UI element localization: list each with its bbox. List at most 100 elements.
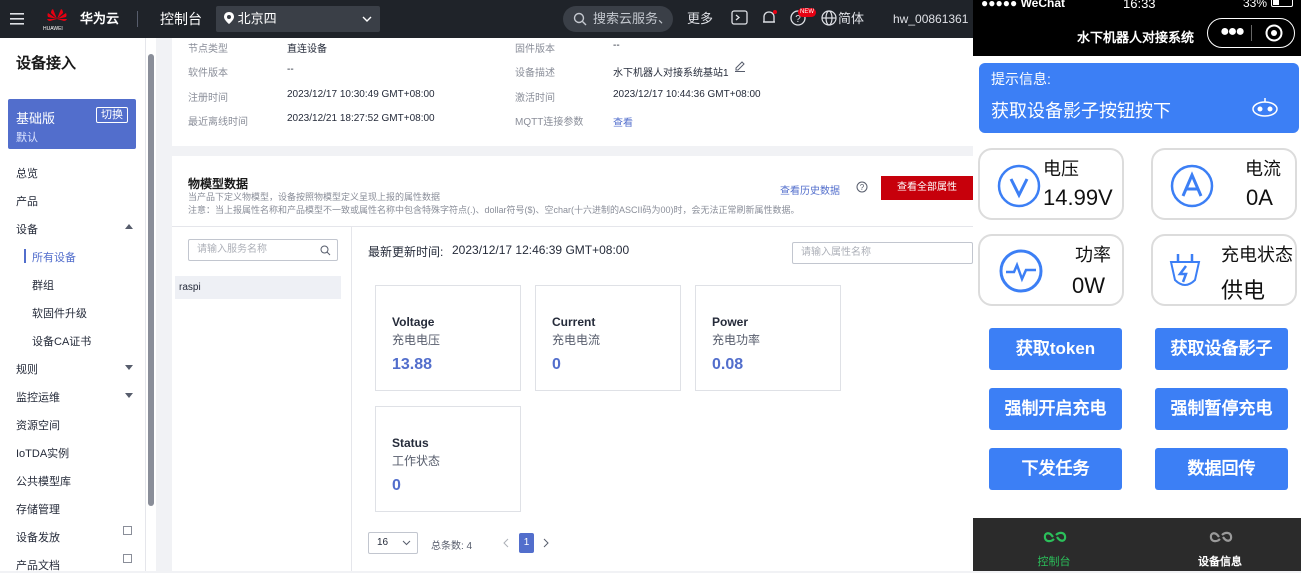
mqtt-label: MQTT连接参数 <box>515 117 584 128</box>
bell-icon[interactable] <box>760 9 780 29</box>
service-panel-divider <box>351 227 352 571</box>
activate-time-label: 激活时间 <box>515 93 555 104</box>
tip-title: 提示信息: <box>991 71 1051 87</box>
sidebar-item-provisioning[interactable]: 设备发放 <box>16 529 60 545</box>
capsule-menu[interactable]: ●●● <box>1207 18 1295 48</box>
metric-card-power: Power 充电功率 0.08 <box>695 285 841 391</box>
get-device-shadow-button[interactable]: 获取设备影子 <box>1155 328 1288 370</box>
terminal-icon[interactable] <box>731 9 751 29</box>
search-icon <box>573 12 587 26</box>
user-account[interactable]: hw_00861361 <box>893 0 973 38</box>
current-icon <box>1170 164 1214 208</box>
sidebar-item-overview[interactable]: 总览 <box>16 165 38 181</box>
force-pause-charge-button[interactable]: 强制暂停充电 <box>1155 388 1288 430</box>
edit-icon[interactable] <box>734 60 746 72</box>
offline-time-label: 最近离线时间 <box>188 117 248 128</box>
get-token-button[interactable]: 获取token <box>989 328 1122 370</box>
active-indicator <box>24 249 26 263</box>
globe-icon[interactable] <box>820 9 840 29</box>
bottom-tab-bar: 控制台 设备信息 <box>973 518 1301 571</box>
software-label: 软件版本 <box>188 68 228 79</box>
view-all-properties-button[interactable]: 查看全部属性 <box>881 176 973 200</box>
more-menu[interactable]: 更多 <box>687 0 713 38</box>
phone-status-bar: ●●●●● WeChat 16:33 33% 水下机器人对接系统 ●●● <box>973 0 1301 56</box>
sidebar-item-products[interactable]: 产品 <box>16 193 38 209</box>
device-desc-value: 水下机器人对接系统基站1 <box>613 68 729 79</box>
mqtt-view-link[interactable]: 查看 <box>613 114 633 129</box>
sidebar-item-ca-certs[interactable]: 设备CA证书 <box>32 333 91 349</box>
tip-message-box: 提示信息: 获取设备影子按钮按下 <box>979 63 1299 133</box>
close-target-icon[interactable] <box>1265 24 1283 42</box>
language-switch[interactable]: 简体 <box>838 0 864 38</box>
service-search-input[interactable]: 请输入服务名称 <box>188 239 338 261</box>
device-info-card: 节点类型 直连设备 固件版本 -- 软件版本 -- 设备描述 水下机器人对接系统… <box>172 38 973 146</box>
page-size-select[interactable]: 16 <box>368 532 418 554</box>
property-search-input[interactable]: 请输入属性名称 <box>792 242 973 264</box>
history-data-link[interactable]: 查看历史数据 <box>780 182 840 197</box>
sidebar-title: 设备接入 <box>16 55 77 72</box>
sidebar-item-public-models[interactable]: 公共模型库 <box>16 473 71 489</box>
sidebar-item-ota[interactable]: 软固件升级 <box>32 305 87 321</box>
sidebar-scroll-thumb[interactable] <box>148 54 154 506</box>
node-type-label: 节点类型 <box>188 44 228 55</box>
voltage-icon <box>997 164 1041 208</box>
service-list-item[interactable]: raspi <box>175 276 341 299</box>
switch-edition-button[interactable]: 切换 <box>96 107 128 123</box>
metric-card-status: Status 工作状态 0 <box>375 406 521 512</box>
battery-level: 33% <box>1243 0 1268 10</box>
tab-device-info[interactable]: 设备信息 <box>1185 518 1255 571</box>
last-updated-label: 最新更新时间: <box>368 245 444 259</box>
next-page-icon[interactable] <box>542 538 550 548</box>
search-input[interactable]: 搜索云服务、 <box>563 6 673 32</box>
sidebar-item-devices[interactable]: 设备 <box>16 221 38 237</box>
metric-card-current: Current 充电电流 0 <box>535 285 681 391</box>
firmware-label: 固件版本 <box>515 44 555 55</box>
device-desc-label: 设备描述 <box>515 68 555 79</box>
brand-name[interactable]: 华为云 <box>80 0 119 38</box>
node-type-value: 直连设备 <box>287 44 327 55</box>
edition-card[interactable]: 基础版 默认 切换 <box>8 99 136 149</box>
console-link[interactable]: 控制台 <box>160 0 202 38</box>
robot-icon <box>1252 98 1278 117</box>
chevron-down-icon <box>402 540 411 546</box>
caret-up-icon[interactable] <box>125 224 133 229</box>
sidebar-item-storage[interactable]: 存储管理 <box>16 501 60 517</box>
external-link-icon[interactable] <box>123 554 132 563</box>
region-selector[interactable]: 北京四 <box>216 6 380 32</box>
more-dots-icon[interactable]: ●●● <box>1220 23 1245 41</box>
sidebar-item-rules[interactable]: 规则 <box>16 361 38 377</box>
sidebar: 设备接入 基础版 默认 切换 总览 产品 设备 所有设备 群组 软固件升级 设备… <box>0 38 146 572</box>
tab-console[interactable]: 控制台 <box>1019 518 1089 571</box>
force-start-charge-button[interactable]: 强制开启充电 <box>989 388 1122 430</box>
menu-icon[interactable] <box>10 12 26 26</box>
last-updated-value: 2023/12/17 12:46:39 GMT+08:00 <box>452 243 630 257</box>
carrier: ●●●●● WeChat <box>981 0 1066 10</box>
caret-down-icon[interactable] <box>125 365 133 370</box>
current-page[interactable]: 1 <box>519 533 534 553</box>
section-description: 当产品下定义物模型，设备按照物模型定义呈现上报的属性数据 <box>188 192 441 202</box>
send-task-button[interactable]: 下发任务 <box>989 448 1122 490</box>
external-link-icon[interactable] <box>123 526 132 535</box>
current-tile: 电流 0A <box>1151 148 1297 220</box>
section-note: 注意：当上报属性名称和产品模型不一致或属性名称中包含特殊字符点(.)、dolla… <box>188 205 800 215</box>
location-icon <box>224 12 234 24</box>
sidebar-item-iotda-instances[interactable]: IoTDA实例 <box>16 445 69 461</box>
prev-page-icon[interactable] <box>502 538 510 548</box>
activate-time-value: 2023/12/17 10:44:36 GMT+08:00 <box>613 89 761 100</box>
chevron-down-icon <box>362 16 372 22</box>
clock: 16:33 <box>1123 0 1156 11</box>
sidebar-item-all-devices[interactable]: 所有设备 <box>32 249 76 265</box>
data-return-button[interactable]: 数据回传 <box>1155 448 1288 490</box>
help-circle-icon[interactable]: ? <box>856 181 868 193</box>
sidebar-item-resource-space[interactable]: 资源空间 <box>16 417 60 433</box>
new-badge: NEW <box>798 8 816 17</box>
total-count: 总条数: 4 <box>431 541 473 552</box>
battery-icon <box>1271 0 1293 7</box>
link-icon <box>1209 531 1233 543</box>
voltage-tile: 电压 14.99V <box>978 148 1124 220</box>
huawei-logo[interactable]: HUAWEI <box>43 6 70 32</box>
caret-down-icon[interactable] <box>125 393 133 398</box>
svg-text:?: ? <box>860 183 865 192</box>
sidebar-item-monitoring[interactable]: 监控运维 <box>16 389 60 405</box>
sidebar-item-groups[interactable]: 群组 <box>32 277 54 293</box>
